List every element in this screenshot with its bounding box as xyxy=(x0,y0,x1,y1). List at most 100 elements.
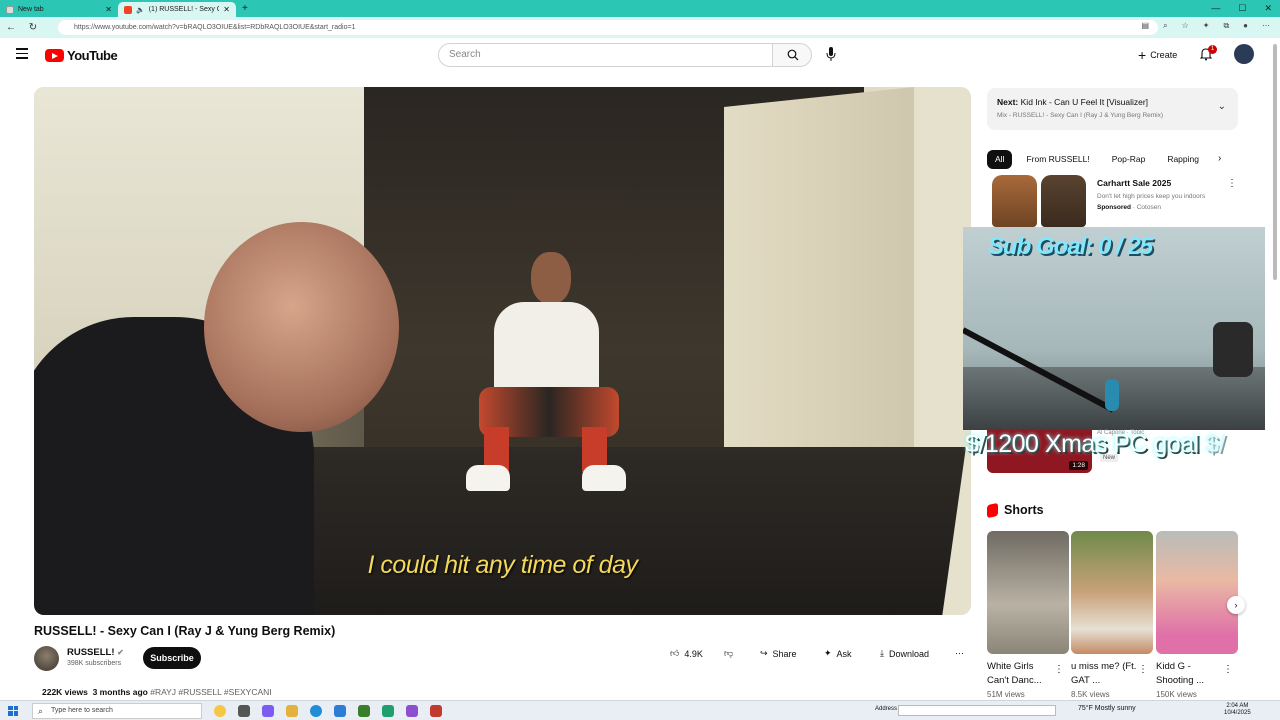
ad-more-icon[interactable]: ⋮ xyxy=(1227,178,1237,189)
tab-new-tab[interactable]: New tab ✕ xyxy=(0,2,118,17)
hashtags[interactable]: #RAYJ #RUSSELL #SEXYCANI xyxy=(150,687,271,697)
short-more-icon[interactable]: ⋮ xyxy=(1223,664,1233,675)
upload-age: 3 months ago xyxy=(92,687,148,697)
ad-title[interactable]: Carhartt Sale 2025 xyxy=(1097,178,1171,188)
page-scrollbar[interactable] xyxy=(1273,44,1277,280)
subscriber-count: 398K subscribers xyxy=(67,660,122,667)
short-more-icon[interactable]: ⋮ xyxy=(1054,664,1064,675)
short-thumbnail[interactable] xyxy=(1156,531,1238,654)
app-icon[interactable] xyxy=(358,704,370,717)
profile-icon[interactable]: ● xyxy=(1243,21,1248,31)
emoji-icon[interactable] xyxy=(214,704,226,717)
close-tab-icon[interactable]: ✕ xyxy=(105,5,112,14)
channel-avatar[interactable] xyxy=(34,646,59,671)
subscribe-button[interactable]: Subscribe xyxy=(143,647,201,669)
sneaker-left xyxy=(466,465,510,491)
up-next-box[interactable]: Next: Kid Ink - Can U Feel It [Visualize… xyxy=(987,88,1238,130)
refresh-icon[interactable]: ↻ xyxy=(22,22,44,33)
video-player[interactable]: I could hit any time of day xyxy=(34,87,971,615)
weather-widget[interactable]: 75°F Mostly sunny xyxy=(1078,705,1136,712)
search-button[interactable] xyxy=(772,43,812,67)
xmas-goal-text: $/1200 Xmas PC goal $/ xyxy=(965,430,1226,458)
browser-tab-bar: New tab ✕ 🔈 (1) RUSSELL! - Sexy Can I (R… xyxy=(0,0,1280,17)
menu-icon[interactable] xyxy=(16,48,28,59)
back-icon[interactable]: ← xyxy=(0,22,22,33)
more-menu-icon[interactable]: ⋯ xyxy=(1262,21,1270,31)
channel-name[interactable]: RUSSELL! ✔ xyxy=(67,647,124,658)
chevron-right-icon[interactable]: › xyxy=(1218,153,1221,164)
youtube-logo[interactable]: YouTube xyxy=(45,48,118,63)
system-clock[interactable]: 2:04 AM 10/4/2025 xyxy=(1224,703,1251,717)
short-title[interactable]: u miss me? (Ft. GAT ... xyxy=(1071,660,1141,688)
copilot-icon[interactable] xyxy=(262,704,274,717)
view-count: 222K views xyxy=(42,687,88,697)
short-thumbnail[interactable] xyxy=(1071,531,1153,654)
windows-start-icon[interactable] xyxy=(8,705,18,716)
ad-thumbnail[interactable] xyxy=(992,175,1092,230)
minimize-icon[interactable]: — xyxy=(1211,3,1220,14)
jacket-image xyxy=(1041,175,1086,227)
speaker-icon[interactable]: 🔈 xyxy=(136,6,145,14)
store-icon[interactable] xyxy=(334,704,346,717)
close-tab-icon[interactable]: ✕ xyxy=(223,5,230,14)
plus-icon: + xyxy=(1138,47,1147,63)
like-count: 4.9K xyxy=(684,648,703,659)
download-button[interactable]: ⤓ Download xyxy=(880,648,929,659)
edge-browser-icon[interactable] xyxy=(310,704,322,717)
ad-description: Don't let high prices keep you indoors xyxy=(1097,193,1206,200)
video-stats[interactable]: 222K views 3 months ago #RAYJ #RUSSELL #… xyxy=(42,687,272,697)
logo-text: YouTube xyxy=(67,48,118,63)
app-icon[interactable] xyxy=(406,704,418,717)
sub-goal-text: Sub Goal: 0 / 25 xyxy=(988,233,1153,260)
dislike-button[interactable]: 👎︎ xyxy=(724,648,733,659)
short-views: 8.5K views xyxy=(1071,690,1110,699)
create-button[interactable]: + Create xyxy=(1132,44,1183,66)
youtube-play-icon xyxy=(45,49,64,62)
chip-pop-rap[interactable]: Pop-Rap xyxy=(1103,150,1154,169)
chevron-down-icon[interactable]: ⌄ xyxy=(1218,101,1226,112)
address-toolbar-input[interactable] xyxy=(898,705,1056,716)
shorts-next-icon[interactable]: › xyxy=(1227,596,1245,614)
reader-icon[interactable]: ▤ xyxy=(1142,21,1150,31)
overlay-microphone xyxy=(1105,379,1119,411)
app-icon[interactable] xyxy=(430,704,442,717)
zoom-icon[interactable]: ⌕ xyxy=(1163,21,1167,31)
browser-toolbar-icons: ▤ ⌕ ☆ ✦ ⧉ ● ⋯ xyxy=(1142,21,1270,31)
chip-rapping[interactable]: Rapping xyxy=(1159,150,1207,169)
maximize-icon[interactable]: ☐ xyxy=(1238,3,1246,14)
collections-icon[interactable]: ⧉ xyxy=(1223,21,1229,31)
tab-youtube[interactable]: 🔈 (1) RUSSELL! - Sexy Can I (Ra ✕ xyxy=(118,2,236,17)
webcam-overlay: Sub Goal: 0 / 25 xyxy=(963,227,1265,430)
thumbs-down-icon: 👎︎ xyxy=(724,648,734,658)
chip-from-russell[interactable]: From RUSSELL! xyxy=(1018,150,1098,169)
sneaker-right xyxy=(582,465,626,491)
favorite-star-icon[interactable]: ☆ xyxy=(1182,21,1189,31)
new-tab-plus-icon[interactable]: + xyxy=(242,3,248,14)
window-controls: — ☐ ✕ xyxy=(1211,3,1272,14)
up-next-playlist: Mix - RUSSELL! - Sexy Can I (Ray J & Yun… xyxy=(997,112,1164,119)
video-duration: 1:28 xyxy=(1069,461,1088,470)
account-avatar[interactable] xyxy=(1234,44,1254,64)
task-view-icon[interactable] xyxy=(238,704,250,717)
share-button[interactable]: ↪ Share xyxy=(760,648,797,659)
taskbar-search-input[interactable]: Type here to search xyxy=(32,702,202,719)
chip-all[interactable]: All xyxy=(987,150,1013,169)
like-button[interactable]: 👍︎ 4.9K xyxy=(670,648,703,659)
short-more-icon[interactable]: ⋮ xyxy=(1138,664,1148,675)
overlay-chair xyxy=(1213,322,1253,377)
more-actions-icon[interactable]: ⋯ xyxy=(955,648,964,659)
ask-button[interactable]: ✦ Ask xyxy=(824,648,852,659)
short-title[interactable]: White Girls Can't Danc... xyxy=(987,660,1057,688)
app-icon[interactable] xyxy=(382,704,394,717)
short-thumbnail[interactable] xyxy=(987,531,1069,654)
search-input[interactable]: Search xyxy=(438,43,773,67)
extensions-icon[interactable]: ✦ xyxy=(1203,21,1210,31)
microphone-icon[interactable] xyxy=(826,47,836,61)
short-title[interactable]: Kidd G - Shooting ... xyxy=(1156,660,1226,688)
verified-icon: ✔ xyxy=(117,648,124,657)
url-field[interactable]: https://www.youtube.com/watch?v=bRAQLO3O… xyxy=(58,20,1158,35)
close-window-icon[interactable]: ✕ xyxy=(1264,3,1272,14)
file-explorer-icon[interactable] xyxy=(286,704,298,717)
filter-chips: All From RUSSELL! Pop-Rap Rapping xyxy=(987,150,1207,169)
windows-taskbar: Type here to search Address 75°F Mostly … xyxy=(0,700,1280,720)
